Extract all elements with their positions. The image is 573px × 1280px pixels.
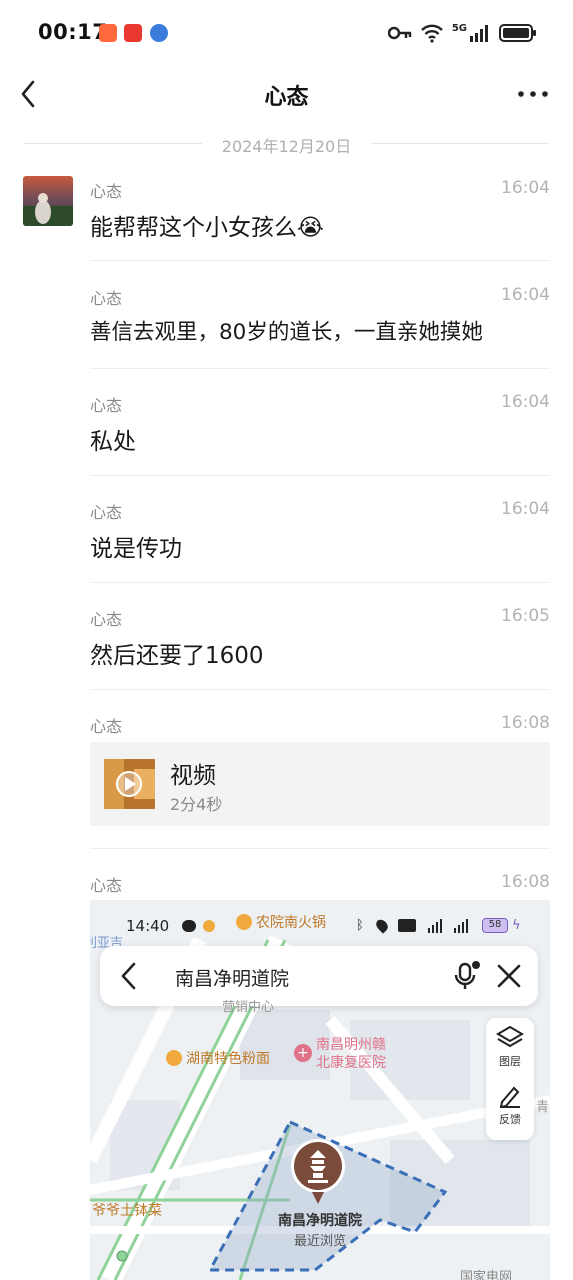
map-tool-panel: 图层 反馈	[486, 1018, 534, 1140]
message-item[interactable]: 心态 16:04 善信去观里，80岁的道长，一直亲她摸她	[90, 285, 550, 355]
layers-label: 图层	[499, 1055, 521, 1068]
location-icon	[373, 917, 391, 934]
message-time: 16:04	[501, 499, 550, 519]
sender-name: 心态	[90, 289, 123, 308]
charging-icon: ϟ	[512, 918, 521, 933]
sender-name: 心态	[90, 396, 123, 415]
place-name: 南昌净明道院	[278, 1213, 362, 1229]
bluetooth-icon: ᛒ	[356, 918, 364, 933]
wechat-icon	[182, 920, 196, 932]
image-message-map-screenshot[interactable]: 14:40 ᛒ 58 ϟ 农院南火锅 利亚吉 南昌净明道院 营销中心 湖南特色粉…	[90, 900, 550, 1280]
message-item[interactable]: 心态 16:05 然后还要了1600	[90, 606, 550, 676]
place-pin-icon[interactable]	[288, 1138, 348, 1208]
message-item[interactable]: 心态 16:04 能帮帮这个小女孩么😭	[90, 178, 550, 248]
sender-name: 心态	[90, 182, 123, 201]
sender-name: 心态	[90, 717, 123, 736]
poi-hospital: + 南昌明州赣北康复医院	[294, 1036, 404, 1072]
message-text: 然后还要了1600	[90, 643, 264, 669]
sender-name: 心态	[90, 876, 123, 895]
network-type: 5G	[451, 22, 467, 34]
message-item[interactable]: 心态 16:04 说是传功	[90, 499, 550, 569]
poi-hotpot: 农院南火锅	[236, 912, 326, 932]
wifi-icon	[420, 24, 443, 43]
message-time: 16:04	[501, 285, 550, 305]
map-search-text: 南昌净明道院	[175, 968, 290, 990]
status-time: 00:17	[38, 20, 108, 44]
video-duration: 2分4秒	[170, 795, 223, 814]
browser-notification-icon	[150, 24, 168, 42]
message-divider	[90, 260, 550, 261]
layers-icon	[496, 1025, 524, 1048]
message-text: 说是传功	[90, 536, 182, 562]
map-back-icon[interactable]	[118, 960, 140, 992]
message-divider	[90, 689, 550, 690]
message-divider	[90, 848, 550, 849]
video-message-card[interactable]: 视频 2分4秒	[90, 742, 550, 826]
message-header: 心态 16:08	[90, 713, 550, 737]
poi-mid: 营销中心	[222, 1000, 275, 1015]
status-icons: 5G	[387, 20, 537, 46]
video-thumbnail	[104, 759, 155, 809]
microphone-icon[interactable]	[450, 960, 482, 992]
date-label: 2024年12月20日	[221, 137, 352, 156]
close-icon[interactable]	[494, 961, 524, 991]
map-search-bar[interactable]: 南昌净明道院	[100, 946, 538, 1006]
message-text: 能帮帮这个小女孩么😭	[90, 215, 324, 241]
poi-restaurant: 湖南特色粉面	[166, 1048, 270, 1068]
message-divider	[90, 368, 550, 369]
date-divider: 2024年12月20日	[24, 132, 549, 156]
taobao-notification-icon	[124, 24, 142, 42]
battery-indicator: 58	[482, 918, 508, 933]
sender-avatar[interactable]	[23, 176, 73, 226]
poi-dish: 爷爷土钵菜	[92, 1203, 162, 1219]
sender-name: 心态	[90, 610, 123, 629]
more-icon[interactable]	[517, 80, 549, 108]
app-icon	[203, 920, 215, 932]
poi-bottom: 国家电网	[460, 1270, 513, 1280]
hd-icon	[398, 919, 416, 932]
battery-level: 58	[488, 919, 502, 930]
battery-icon	[499, 24, 536, 42]
signal-icon	[470, 25, 488, 42]
place-subtitle: 最近浏览	[293, 1234, 346, 1249]
layers-button[interactable]: 图层	[486, 1024, 534, 1069]
hospital-icon: +	[294, 1044, 312, 1062]
message-item[interactable]: 心态 16:04 私处	[90, 392, 550, 462]
feedback-button[interactable]: 反馈	[486, 1082, 534, 1127]
food-icon	[166, 1050, 182, 1066]
poi-hospital-label: 南昌明州赣北康复医院	[316, 1037, 386, 1071]
video-title: 视频	[170, 763, 216, 789]
feedback-label: 反馈	[499, 1113, 521, 1126]
message-divider	[90, 475, 550, 476]
poi-restaurant-label: 湖南特色粉面	[186, 1051, 270, 1067]
message-header: 心态 16:08	[90, 872, 550, 896]
message-time: 16:04	[501, 178, 550, 198]
signal-icon	[428, 919, 468, 933]
message-text: 善信去观里，80岁的道长，一直亲她摸她	[90, 320, 483, 345]
message-text: 私处	[90, 429, 136, 455]
poi-hotpot-label: 农院南火锅	[256, 915, 326, 931]
edit-icon	[499, 1086, 520, 1109]
message-time: 16:08	[501, 872, 550, 892]
app-notification-icon	[99, 24, 117, 42]
status-bar: 00:17 5G	[0, 0, 573, 66]
message-time: 16:08	[501, 713, 550, 733]
message-time: 16:05	[501, 606, 550, 626]
divider-line	[371, 143, 549, 144]
food-icon	[236, 914, 252, 930]
map-status-time: 14:40	[126, 917, 170, 935]
message-divider	[90, 582, 550, 583]
poi-right: 青	[536, 1100, 550, 1115]
sender-name: 心态	[90, 503, 123, 522]
chat-title: 心态	[264, 85, 309, 110]
chat-header: 心态	[0, 66, 573, 122]
message-time: 16:04	[501, 392, 550, 412]
key-icon	[387, 26, 412, 40]
